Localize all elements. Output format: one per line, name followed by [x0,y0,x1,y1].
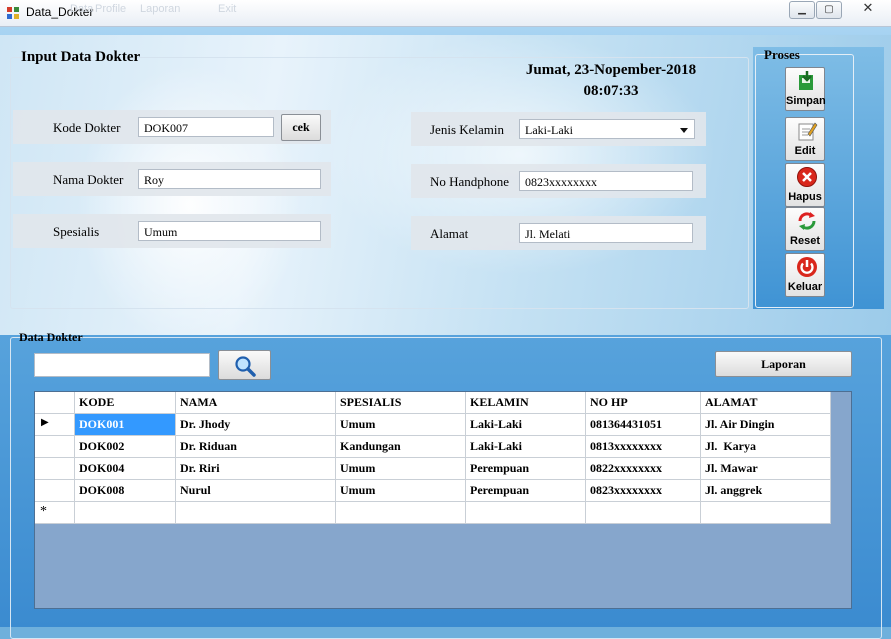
table-cell[interactable]: Jl. Karya [701,436,831,458]
jenis-kelamin-value: Laki-Laki [525,123,573,137]
proses-legend: Proses [764,47,800,62]
search-icon [235,356,256,377]
power-icon [797,257,817,277]
table-cell[interactable]: 081364431051 [586,414,701,436]
new-row-cell[interactable] [75,502,176,524]
chevron-down-icon[interactable] [680,128,688,133]
data-group-legend: Data Dokter [19,330,83,344]
data-grid[interactable]: KODE NAMA SPESIALIS KELAMIN NO HP ALAMAT… [34,391,852,609]
no-handphone-field[interactable]: 0823xxxxxxxx [519,171,693,191]
input-data-dokter-group: Input Data Dokter Jumat, 23-Nopember-201… [10,49,749,309]
keluar-button[interactable]: Keluar [785,253,825,297]
row-header[interactable] [35,480,75,502]
spesialis-field[interactable]: Umum [138,221,321,241]
table-cell[interactable]: DOK001 [75,414,176,436]
maximize-button[interactable]: ▢ [816,1,842,19]
alamat-field[interactable]: Jl. Melati [519,223,693,243]
table-cell[interactable]: Laki-Laki [466,436,586,458]
new-row-cell[interactable] [466,502,586,524]
close-button[interactable]: ✕ [850,1,886,17]
row-header[interactable] [35,436,75,458]
date-label: Jumat, 23-Nopember-2018 [525,62,697,78]
jenis-kelamin-combo[interactable]: Laki-Laki [519,119,695,139]
grid-corner-header[interactable] [35,392,75,414]
kode-dokter-field[interactable]: DOK007 [138,117,274,137]
keluar-label: Keluar [787,281,823,293]
hapus-label: Hapus [788,191,822,203]
table-cell[interactable]: DOK004 [75,458,176,480]
new-row-header[interactable]: * [35,502,75,524]
table-cell[interactable]: Umum [336,414,466,436]
input-group-legend: Input Data Dokter [21,49,141,65]
new-row-cell[interactable] [701,502,831,524]
search-input[interactable] [34,353,210,377]
simpan-label: Simpan [786,95,826,107]
table-cell[interactable]: Umum [336,458,466,480]
search-button[interactable] [218,350,271,380]
row-header[interactable] [35,458,75,480]
spesialis-label: Spesialis [53,224,100,239]
column-header-alamat[interactable]: ALAMAT [701,392,831,414]
time-label: 08:07:33 [583,83,639,99]
new-row-cell[interactable] [336,502,466,524]
laporan-button[interactable]: Laporan [715,351,852,377]
edit-icon [798,122,818,141]
table-cell[interactable]: 0822xxxxxxxx [586,458,701,480]
table-cell[interactable]: Dr. Riri [176,458,336,480]
kode-dokter-label: Kode Dokter [53,120,121,135]
delete-icon [797,167,817,187]
minimize-button[interactable]: ▁ [789,1,815,19]
table-cell[interactable]: Dr. Jhody [176,414,336,436]
table-cell[interactable]: Nurul [176,480,336,502]
table-cell[interactable]: Perempuan [466,458,586,480]
table-cell[interactable]: Perempuan [466,480,586,502]
menu-ghost-profile: Profile [95,3,127,15]
refresh-icon [798,212,816,230]
new-row-asterisk-icon: * [40,504,47,519]
table-cell[interactable]: Dr. Riduan [176,436,336,458]
simpan-button[interactable]: Simpan [785,67,826,111]
row-header-current[interactable]: ▶ [35,414,75,436]
reset-label: Reset [790,235,820,247]
column-header-nama[interactable]: NAMA [176,392,336,414]
menu-ghost-data: Data [70,3,94,15]
cek-button[interactable]: cek [281,114,321,141]
proses-group: Proses Simpan Edit Hapus Reset Keluar [755,47,854,308]
app-icon [7,7,19,19]
nama-dokter-label: Nama Dokter [53,172,124,187]
alamat-label: Alamat [430,226,469,241]
table-cell[interactable]: Umum [336,480,466,502]
table-cell[interactable]: DOK002 [75,436,176,458]
table-cell[interactable]: Laki-Laki [466,414,586,436]
new-row-cell[interactable] [586,502,701,524]
hapus-button[interactable]: Hapus [785,163,825,207]
current-row-arrow-icon: ▶ [41,417,49,428]
reset-button[interactable]: Reset [785,207,825,251]
edit-label: Edit [794,145,816,157]
edit-button[interactable]: Edit [785,117,825,161]
column-header-kelamin[interactable]: KELAMIN [466,392,586,414]
column-header-kode[interactable]: KODE [75,392,176,414]
table-cell[interactable]: Jl. Mawar [701,458,831,480]
column-header-no-hp[interactable]: NO HP [586,392,701,414]
menu-ghost-laporan: Laporan [140,3,181,15]
title-bar: Data_Dokter Data Profile Laporan Exit ▁ … [0,0,891,27]
table-cell[interactable]: Kandungan [336,436,466,458]
menu-ghost-exit: Exit [218,3,237,15]
column-header-spesialis[interactable]: SPESIALIS [336,392,466,414]
table-cell[interactable]: 0823xxxxxxxx [586,480,701,502]
nama-dokter-field[interactable]: Roy [138,169,321,189]
table-cell[interactable]: 0813xxxxxxxx [586,436,701,458]
table-cell[interactable]: DOK008 [75,480,176,502]
table-cell[interactable]: Jl. anggrek [701,480,831,502]
jenis-kelamin-label: Jenis Kelamin [430,122,505,137]
no-handphone-label: No Handphone [430,174,510,189]
table-cell[interactable]: Jl. Air Dingin [701,414,831,436]
window-client: Input Data Dokter Jumat, 23-Nopember-201… [0,27,891,639]
save-icon [799,71,813,90]
new-row-cell[interactable] [176,502,336,524]
